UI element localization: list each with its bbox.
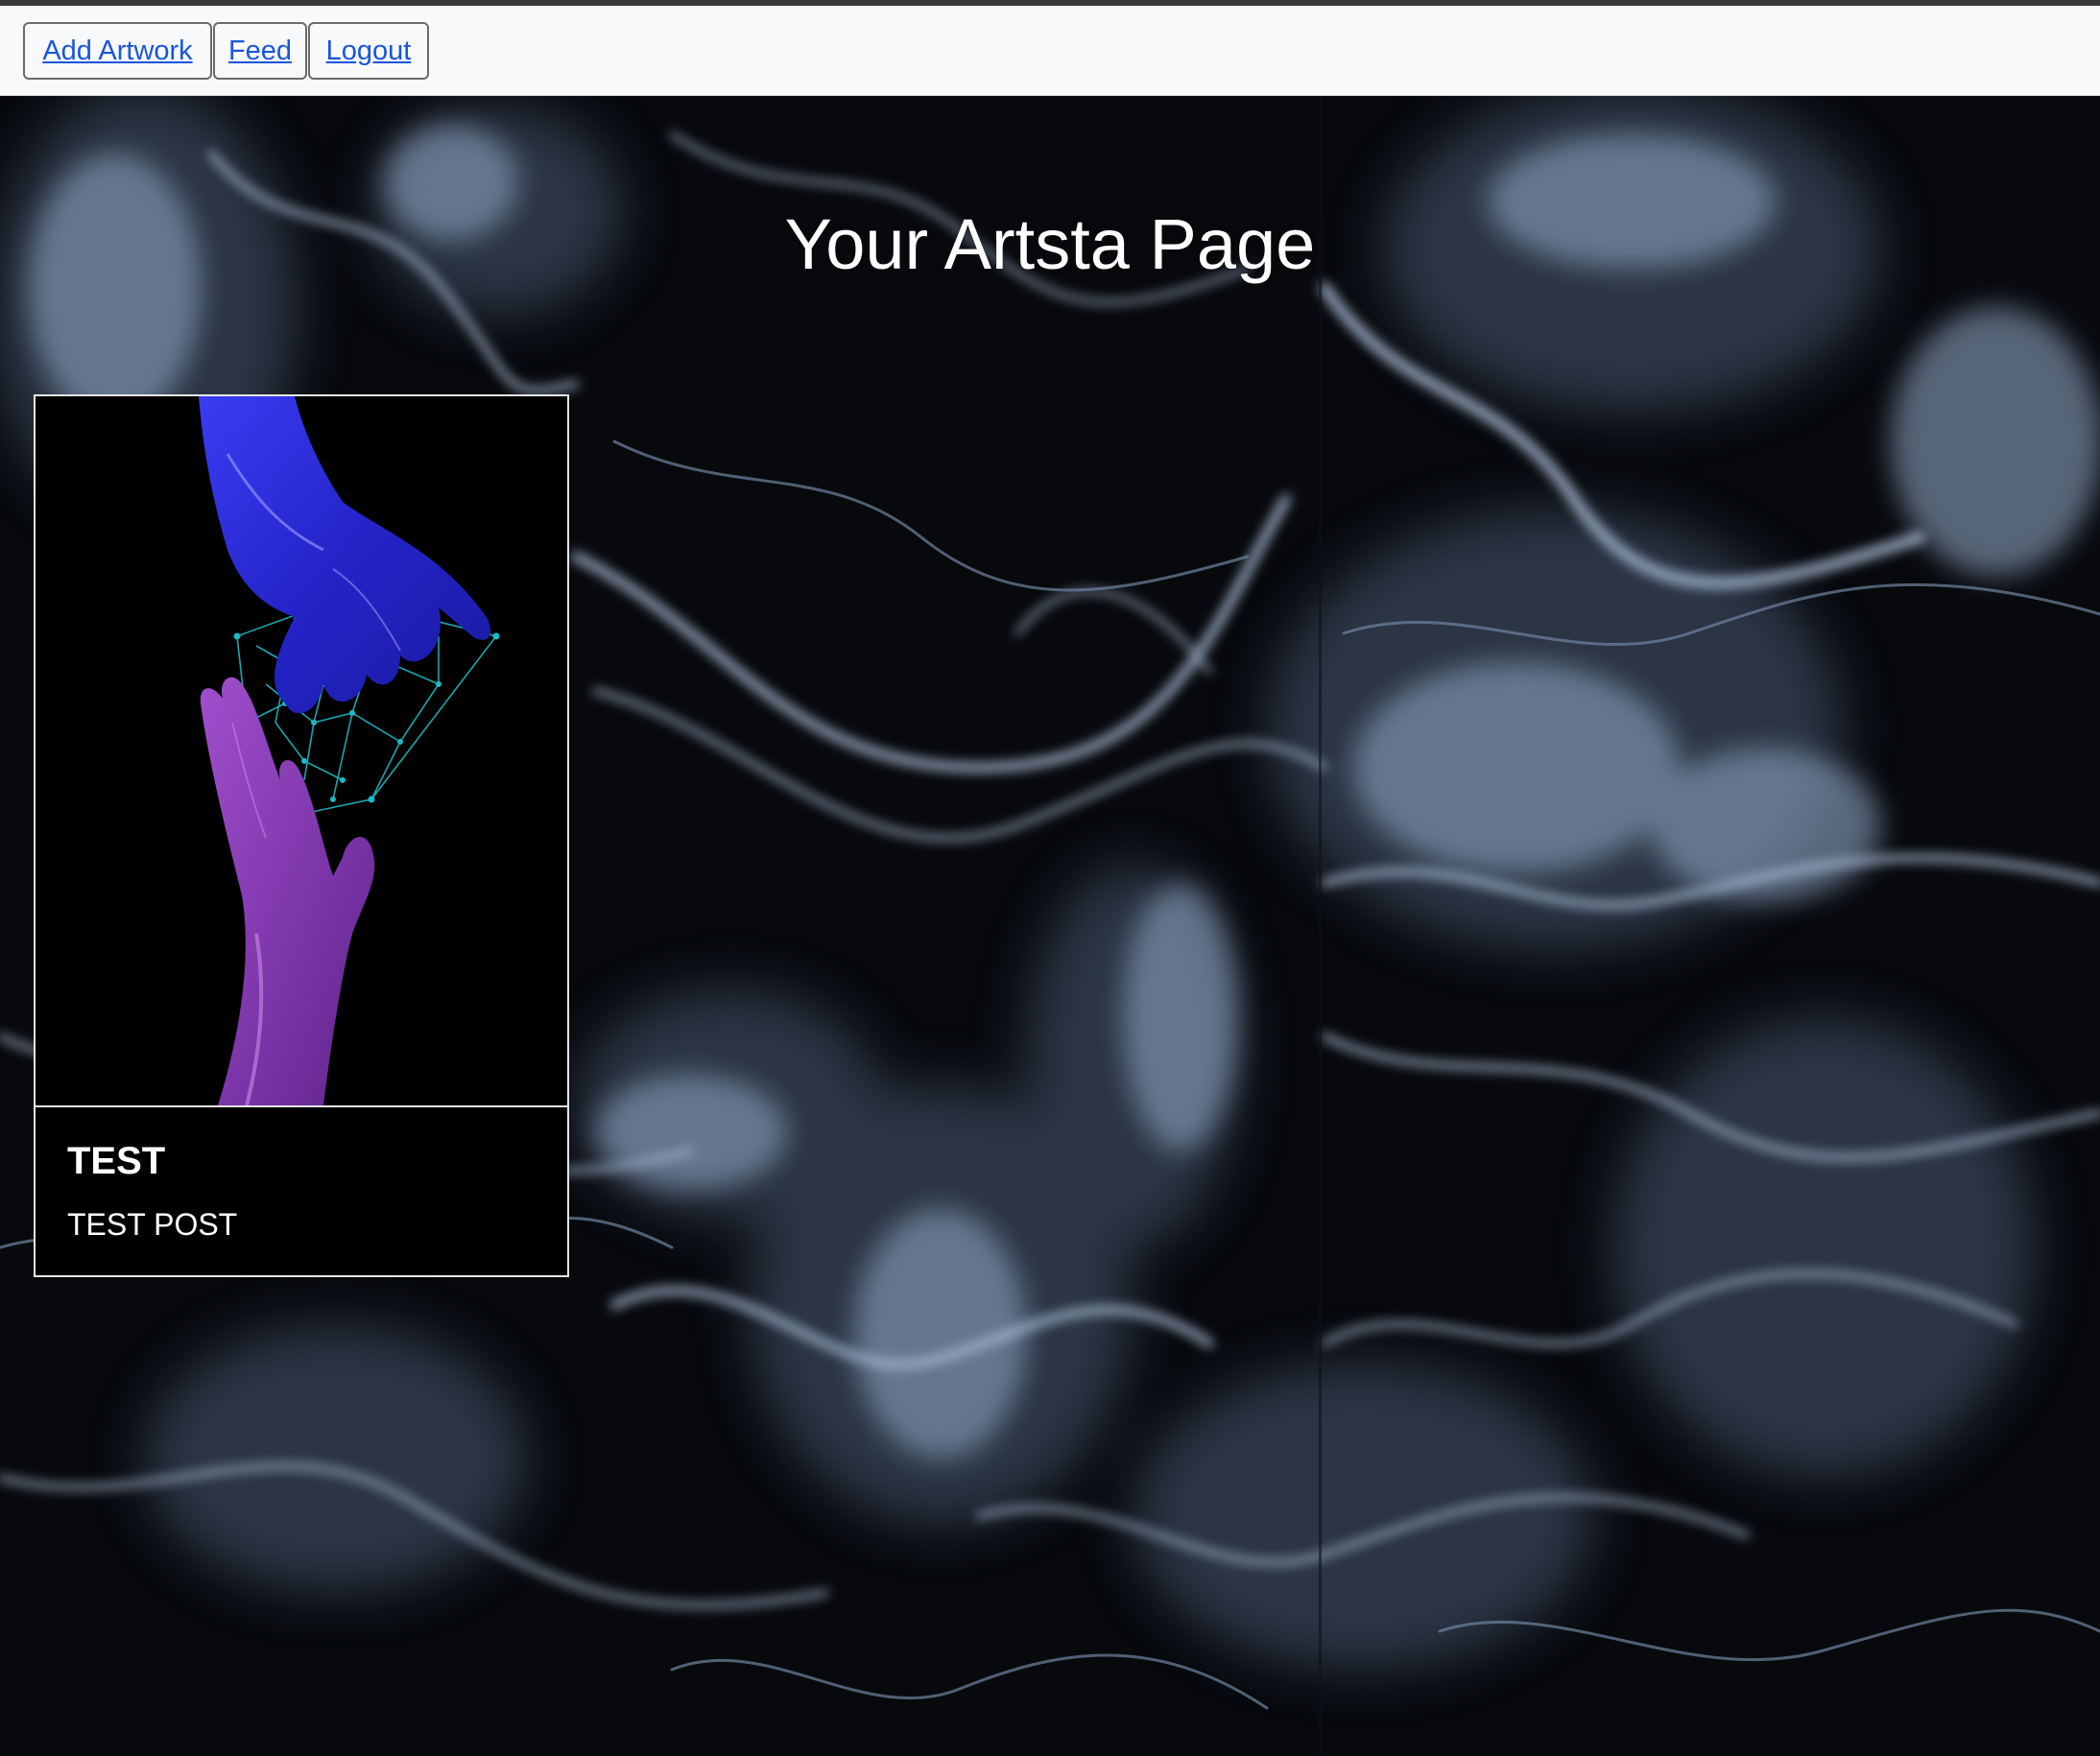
marble-background: Your Artsta Page TEST TEST POST xyxy=(0,96,2100,1756)
add-artwork-button[interactable]: Add Artwork xyxy=(23,22,212,80)
artwork-description: TEST POST xyxy=(67,1207,238,1242)
artwork-card-body: TEST TEST POST xyxy=(36,1107,567,1275)
artwork-image[interactable] xyxy=(36,396,567,1107)
feed-button[interactable]: Feed xyxy=(213,22,307,80)
hands-artwork-illustration xyxy=(36,396,567,1105)
artwork-card[interactable]: TEST TEST POST xyxy=(34,394,569,1277)
artwork-title: TEST xyxy=(67,1140,166,1182)
page-title: Your Artsta Page xyxy=(784,204,1316,284)
logout-button[interactable]: Logout xyxy=(308,22,429,80)
navbar: Add Artwork Feed Logout xyxy=(0,6,2100,96)
